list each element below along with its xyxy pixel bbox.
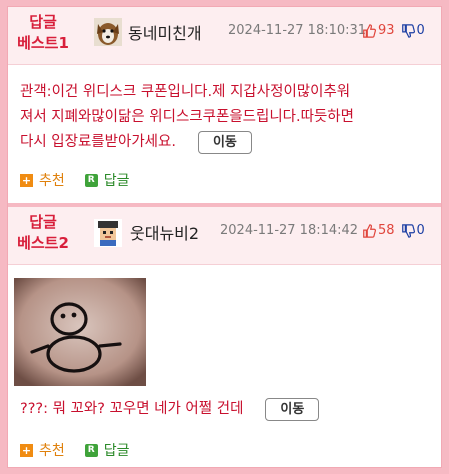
- upvote-button[interactable]: 93: [362, 23, 395, 38]
- comment-list: 답글 베스트1 동네미친개 2024-11-27 18:10:31 93 0 관…: [7, 6, 442, 468]
- best-label-line1: 답글: [29, 13, 57, 31]
- comment-actions: + 추천 R 답글: [20, 440, 130, 460]
- best-label-line2: 베스트1: [17, 34, 69, 52]
- reply-label: 답글: [103, 173, 130, 189]
- thumbs-up-icon: [363, 223, 376, 238]
- reply-button[interactable]: R 답글: [84, 440, 130, 460]
- comment-text-line: 다시 입장료를받아가세요. 이동: [20, 130, 438, 155]
- comment-text-segment: 다시 입장료를받아가세요.: [20, 134, 176, 150]
- downvote-count: 0: [416, 23, 425, 38]
- downvote-button[interactable]: 0: [401, 23, 425, 38]
- comment-datetime: 2024-11-27 18:14:42: [220, 223, 359, 238]
- comment-card-best1: 답글 베스트1 동네미친개 2024-11-27 18:10:31 93 0 관…: [8, 7, 441, 203]
- comment-body: ???: 뭐 꼬와? 꼬우면 네가 어쩔 건데 이동: [20, 397, 438, 422]
- reply-r-icon: R: [84, 443, 98, 457]
- comment-card-best2: 답글 베스트2 웃대뉴비2 2024-11-27 18:14:42 58 0 ?…: [8, 207, 441, 467]
- thumbs-down-icon: [401, 23, 415, 38]
- recommend-button[interactable]: + 추천: [20, 170, 65, 190]
- downvote-count: 0: [416, 223, 425, 238]
- plus-icon: +: [20, 173, 33, 187]
- vote-group: 58 0: [362, 223, 425, 238]
- plus-icon: +: [20, 443, 33, 457]
- move-button[interactable]: 이동: [197, 130, 252, 154]
- comment-header: 답글 베스트1 동네미친개 2024-11-27 18:10:31 93 0: [8, 7, 441, 65]
- comment-actions: + 추천 R 답글: [20, 170, 130, 190]
- recommend-label: 추천: [39, 443, 65, 459]
- best-label: 답글 베스트2: [8, 212, 78, 254]
- reply-label: 답글: [103, 443, 130, 459]
- thumbs-down-icon: [401, 223, 415, 238]
- reply-r-icon: R: [84, 173, 98, 187]
- recommend-label: 추천: [39, 173, 65, 189]
- comment-text-line: 져서 지폐와많이닮은 위디스크쿠폰을드립니다.따듯하면: [20, 109, 354, 125]
- attached-image-snowman-drawing[interactable]: [14, 278, 146, 386]
- comment-text-line: 관객:이건 위디스크 쿠폰입니다.제 지갑사정이많이추워: [20, 84, 351, 100]
- recommend-button[interactable]: + 추천: [20, 440, 65, 460]
- avatar-dog-icon[interactable]: [94, 18, 122, 46]
- thumbs-up-icon: [363, 23, 376, 38]
- best-label: 답글 베스트1: [8, 12, 78, 54]
- nickname[interactable]: 동네미친개: [128, 20, 202, 44]
- move-button[interactable]: 이동: [265, 397, 320, 421]
- comment-text-segment: ???: 뭐 꼬와? 꼬우면 네가 어쩔 건데: [20, 401, 244, 417]
- comment-header: 답글 베스트2 웃대뉴비2 2024-11-27 18:14:42 58 0: [8, 207, 441, 265]
- comment-body: 관객:이건 위디스크 쿠폰입니다.제 지갑사정이많이추워 져서 지폐와많이닮은 …: [20, 80, 438, 155]
- downvote-button[interactable]: 0: [401, 223, 425, 238]
- best-label-line1: 답글: [29, 213, 57, 231]
- nickname[interactable]: 웃대뉴비2: [130, 220, 199, 244]
- upvote-count: 58: [378, 223, 395, 238]
- comment-text-line: ???: 뭐 꼬와? 꼬우면 네가 어쩔 건데 이동: [20, 397, 438, 422]
- best-label-line2: 베스트2: [17, 234, 69, 252]
- reply-button[interactable]: R 답글: [84, 170, 130, 190]
- comment-datetime: 2024-11-27 18:10:31: [228, 23, 367, 38]
- avatar-pixel-character-icon[interactable]: [94, 219, 122, 247]
- upvote-count: 93: [378, 23, 395, 38]
- vote-group: 93 0: [362, 23, 425, 38]
- upvote-button[interactable]: 58: [362, 223, 395, 238]
